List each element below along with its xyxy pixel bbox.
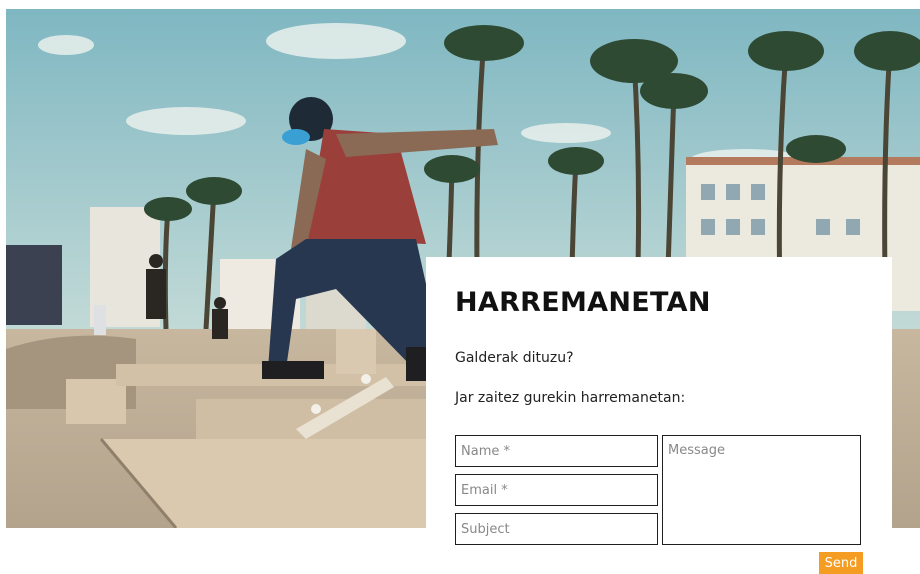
message-textarea[interactable]	[662, 435, 861, 545]
contact-prompt: Jar zaitez gurekin harremanetan:	[455, 390, 686, 406]
email-input[interactable]	[455, 474, 658, 506]
contact-title: HARREMANETAN	[455, 287, 711, 318]
send-button[interactable]: Send	[819, 552, 863, 574]
contact-question: Galderak dituzu?	[455, 350, 574, 366]
subject-input[interactable]	[455, 513, 658, 545]
name-input[interactable]	[455, 435, 658, 467]
contact-card: HARREMANETAN Galderak dituzu? Jar zaitez…	[426, 257, 892, 574]
